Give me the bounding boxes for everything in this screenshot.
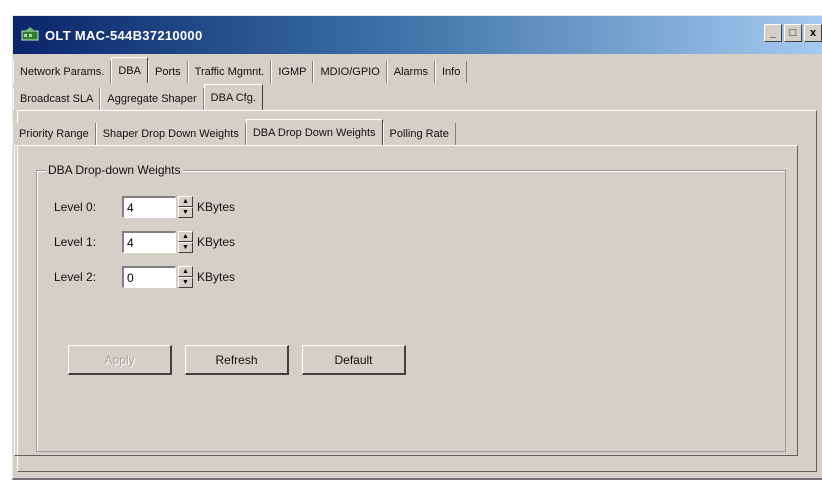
- spin-up-icon[interactable]: ▲: [178, 196, 193, 207]
- tab-ports[interactable]: Ports: [147, 61, 188, 83]
- spin-down-icon[interactable]: ▼: [178, 207, 193, 218]
- spin-down-icon[interactable]: ▼: [178, 242, 193, 253]
- level-2-unit: KBytes: [197, 270, 236, 284]
- level-1-spinner: ▲ ▼: [178, 231, 193, 253]
- apply-button[interactable]: Apply: [68, 345, 172, 375]
- tab-mdio-gpio[interactable]: MDIO/GPIO: [313, 61, 387, 83]
- spin-up-icon[interactable]: ▲: [178, 231, 193, 242]
- group-title: DBA Drop-down Weights: [46, 163, 183, 177]
- network-device-icon: [21, 27, 39, 41]
- default-button[interactable]: Default: [302, 345, 406, 375]
- level-2-row: Level 2: ▲ ▼ KBytes: [54, 266, 235, 288]
- tab-info[interactable]: Info: [435, 61, 468, 83]
- tab-polling-rate[interactable]: Polling Rate: [382, 123, 456, 145]
- level-2-spinner: ▲ ▼: [178, 266, 193, 288]
- level-1-label: Level 1:: [54, 235, 97, 249]
- spin-down-icon[interactable]: ▼: [178, 277, 193, 288]
- level-0-spinner: ▲ ▼: [178, 196, 193, 218]
- window-title: OLT MAC-544B37210000: [45, 27, 203, 43]
- refresh-button[interactable]: Refresh: [185, 345, 289, 375]
- tab-dba[interactable]: DBA: [111, 57, 148, 83]
- tab-alarms[interactable]: Alarms: [386, 61, 435, 83]
- main-tab-strip: Network Params. DBA Ports Traffic Mgmnt.…: [13, 57, 468, 83]
- tab-aggregate-shaper[interactable]: Aggregate Shaper: [100, 88, 204, 110]
- tab-network-params[interactable]: Network Params.: [13, 61, 112, 83]
- title-bar[interactable]: OLT MAC-544B37210000 _ □ x: [13, 16, 822, 54]
- spin-up-icon[interactable]: ▲: [178, 266, 193, 277]
- level-2-input[interactable]: [122, 266, 176, 288]
- maximize-button[interactable]: □: [784, 24, 802, 42]
- tab-shaper-drop-down-weights[interactable]: Shaper Drop Down Weights: [95, 123, 246, 145]
- close-button[interactable]: x: [804, 24, 822, 42]
- level-0-unit: KBytes: [197, 200, 236, 214]
- tab-broadcast-sla[interactable]: Broadcast SLA: [13, 88, 101, 110]
- level-0-row: Level 0: ▲ ▼ KBytes: [54, 196, 235, 218]
- dba-cfg-tab-strip: Priority Range Shaper Drop Down Weights …: [12, 119, 456, 145]
- minimize-button[interactable]: _: [764, 24, 782, 42]
- level-0-input[interactable]: [122, 196, 176, 218]
- tab-priority-range[interactable]: Priority Range: [12, 123, 96, 145]
- tab-dba-cfg[interactable]: DBA Cfg.: [203, 84, 263, 110]
- dba-tab-strip: Broadcast SLA Aggregate Shaper DBA Cfg.: [13, 84, 263, 110]
- tab-traffic-mgmnt[interactable]: Traffic Mgmnt.: [187, 61, 272, 83]
- level-1-row: Level 1: ▲ ▼ KBytes: [54, 231, 235, 253]
- level-2-label: Level 2:: [54, 270, 97, 284]
- tab-igmp[interactable]: IGMP: [271, 61, 314, 83]
- level-1-unit: KBytes: [197, 235, 236, 249]
- level-1-input[interactable]: [122, 231, 176, 253]
- tab-dba-drop-down-weights[interactable]: DBA Drop Down Weights: [245, 119, 383, 145]
- level-0-label: Level 0:: [54, 200, 97, 214]
